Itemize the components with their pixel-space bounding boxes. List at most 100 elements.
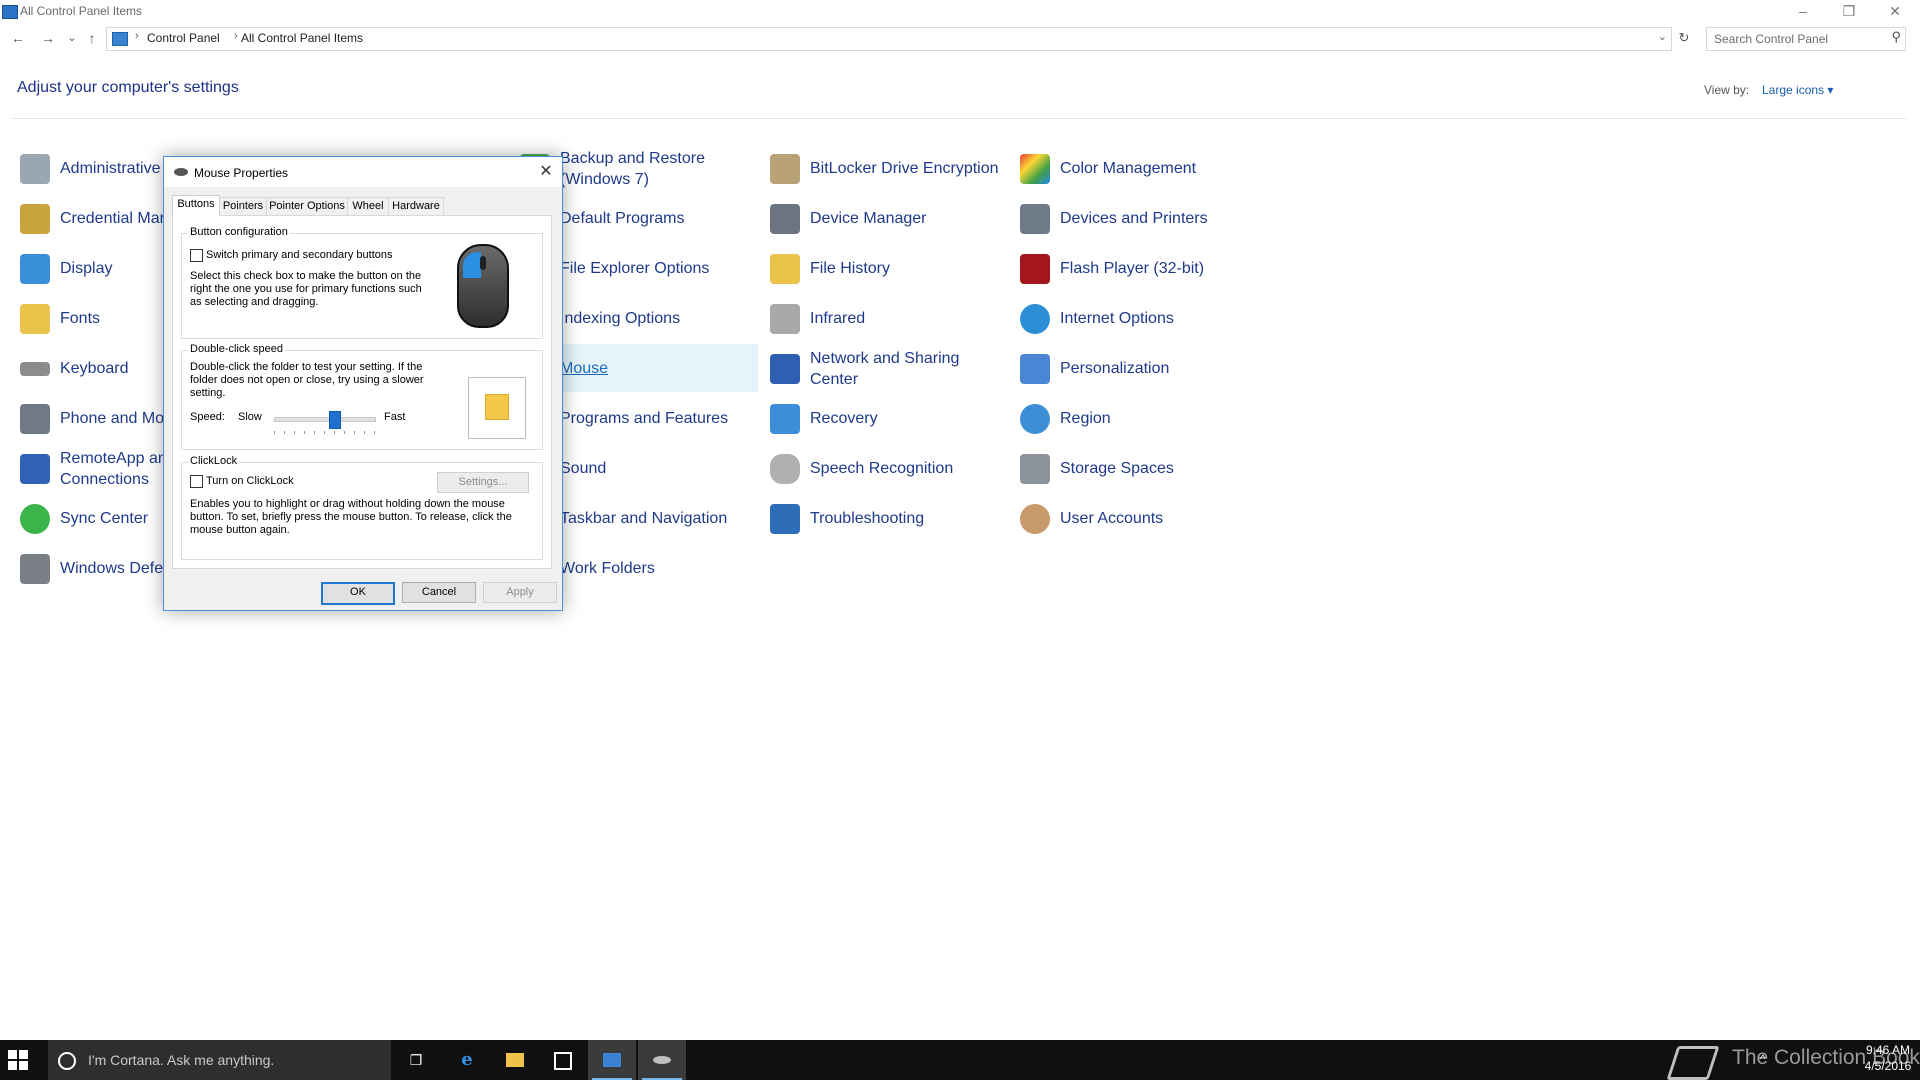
clicklock-desc-line: button. To set, briefly press the mouse … [190, 511, 512, 523]
view-by-dropdown[interactable]: Large icons ▾ [1762, 83, 1833, 97]
mouse-illustration [457, 244, 509, 328]
cp-item-user-accounts[interactable]: User Accounts [1014, 494, 1254, 542]
test-folder-area[interactable] [468, 377, 526, 439]
group-title: Button configuration [188, 226, 290, 238]
search-icon[interactable]: ⚲ [1891, 29, 1901, 45]
cortana-placeholder: I'm Cortana. Ask me anything. [88, 1052, 275, 1068]
control-panel-taskbar-button[interactable] [588, 1040, 636, 1080]
file-explorer-taskbar-button[interactable] [491, 1040, 539, 1080]
tab-hardware[interactable]: Hardware [388, 197, 444, 215]
edge-taskbar-button[interactable]: e [443, 1040, 491, 1080]
windows-logo-icon [8, 1061, 17, 1070]
recent-locations-button[interactable]: ⌄ [62, 28, 82, 48]
start-button[interactable] [8, 1050, 28, 1070]
folder-icon[interactable] [485, 394, 509, 420]
breadcrumb-control-panel[interactable]: Control Panel [147, 31, 220, 45]
cp-item-infrared[interactable]: Infrared [764, 294, 1004, 342]
restore-button[interactable]: ❐ [1826, 0, 1872, 22]
slider-tick [374, 431, 375, 434]
windows-logo-icon [19, 1050, 28, 1059]
cp-item-devices-printers[interactable]: Devices and Printers [1014, 194, 1254, 242]
cp-item-speech-recognition[interactable]: Speech Recognition [764, 444, 1004, 492]
cp-item-file-history[interactable]: File History [764, 244, 1004, 292]
button-configuration-group: Button configuration Switch primary and … [181, 226, 543, 339]
speed-slider-ticks [274, 431, 375, 435]
slider-tick [364, 431, 365, 434]
up-button[interactable]: ↑ [82, 28, 102, 48]
search-input[interactable]: Search Control Panel ⚲ [1706, 27, 1906, 51]
header-divider [12, 118, 1906, 119]
store-taskbar-button[interactable] [539, 1040, 587, 1080]
clicklock-settings-button[interactable]: Settings... [437, 472, 529, 493]
cp-item-region[interactable]: Region [1014, 394, 1254, 442]
navigation-bar: ← → ⌄ ↑ › Control Panel › All Control Pa… [0, 26, 1920, 52]
switch-buttons-checkbox[interactable] [190, 249, 203, 262]
speed-label: Speed: [190, 411, 225, 423]
double-click-speed-group: Double-click speed Double-click the fold… [181, 343, 543, 450]
window-title-bar: All Control Panel Items – ❐ ✕ [0, 0, 1920, 22]
tab-pointer-options[interactable]: Pointer Options [266, 197, 348, 215]
network-icon [770, 354, 800, 384]
region-icon [1020, 404, 1050, 434]
address-bar[interactable]: › Control Panel › All Control Panel Item… [106, 27, 1672, 51]
refresh-button[interactable]: ↻ [1674, 28, 1694, 48]
group-title: ClickLock [188, 455, 240, 467]
display-icon [20, 254, 50, 284]
cp-item-network-sharing[interactable]: Network and Sharing Center [764, 344, 1004, 392]
close-button[interactable]: ✕ [1872, 0, 1918, 22]
printer-icon [1020, 204, 1050, 234]
control-panel-icon [2, 5, 18, 19]
slider-tick [304, 431, 305, 434]
clicklock-checkbox[interactable] [190, 475, 203, 488]
address-dropdown-button[interactable]: ⌄ [1658, 30, 1667, 43]
switch-buttons-label[interactable]: Switch primary and secondary buttons [206, 249, 392, 262]
clock-date: 4/5/2016 [1864, 1059, 1912, 1073]
forward-button[interactable]: → [38, 28, 58, 48]
cp-item-color-management[interactable]: Color Management [1014, 144, 1254, 192]
search-placeholder: Search Control Panel [1714, 32, 1829, 46]
task-view-button[interactable]: ❐ [392, 1040, 440, 1080]
mouse-properties-taskbar-button[interactable] [638, 1040, 686, 1080]
tab-buttons[interactable]: Buttons [172, 195, 220, 216]
clicklock-label[interactable]: Turn on ClickLock [206, 475, 294, 488]
dialog-close-button[interactable]: ✕ [536, 162, 556, 182]
apply-button[interactable]: Apply [483, 582, 557, 603]
color-management-icon [1020, 154, 1050, 184]
tab-pointers[interactable]: Pointers [219, 197, 267, 215]
control-panel-icon [112, 32, 128, 46]
cp-item-troubleshooting[interactable]: Troubleshooting [764, 494, 1004, 542]
ok-button[interactable]: OK [321, 582, 395, 605]
cp-item-internet-options[interactable]: Internet Options [1014, 294, 1254, 342]
scroll-wheel [480, 256, 486, 270]
button-config-desc-line: right the one you use for primary functi… [190, 283, 422, 295]
personalization-icon [1020, 354, 1050, 384]
cancel-button[interactable]: Cancel [402, 582, 476, 603]
phone-icon [20, 404, 50, 434]
breadcrumb-separator[interactable]: › [135, 30, 139, 42]
speed-slider-track[interactable] [274, 417, 376, 422]
cp-item-recovery[interactable]: Recovery [764, 394, 1004, 442]
page-title: Adjust your computer's settings [17, 79, 239, 96]
tab-wheel[interactable]: Wheel [347, 197, 389, 215]
minimize-button[interactable]: – [1780, 0, 1826, 22]
breadcrumb-separator[interactable]: › [234, 30, 238, 42]
cortana-search-box[interactable]: I'm Cortana. Ask me anything. [48, 1040, 391, 1080]
system-clock[interactable]: 9:46 AM 4/5/2016 [1858, 1042, 1918, 1074]
slider-tick [334, 431, 335, 434]
tray-overflow-button[interactable]: ^ [1760, 1052, 1766, 1066]
breadcrumb-all-items[interactable]: All Control Panel Items [241, 31, 363, 45]
mouse-icon [174, 168, 188, 176]
cp-item-bitlocker[interactable]: BitLocker Drive Encryption [764, 144, 1004, 192]
clicklock-group: ClickLock Turn on ClickLock Settings... … [181, 455, 543, 560]
cp-item-device-manager[interactable]: Device Manager [764, 194, 1004, 242]
task-view-icon: ❐ [409, 1052, 423, 1068]
slow-label: Slow [238, 411, 262, 423]
cp-item-personalization[interactable]: Personalization [1014, 344, 1254, 392]
back-button[interactable]: ← [8, 28, 28, 48]
cp-item-storage-spaces[interactable]: Storage Spaces [1014, 444, 1254, 492]
cp-item-flash-player[interactable]: Flash Player (32-bit) [1014, 244, 1254, 292]
clock-time: 9:46 AM [1865, 1043, 1911, 1057]
slider-tick [354, 431, 355, 434]
speed-slider-thumb[interactable] [329, 411, 341, 429]
store-icon [554, 1052, 572, 1070]
